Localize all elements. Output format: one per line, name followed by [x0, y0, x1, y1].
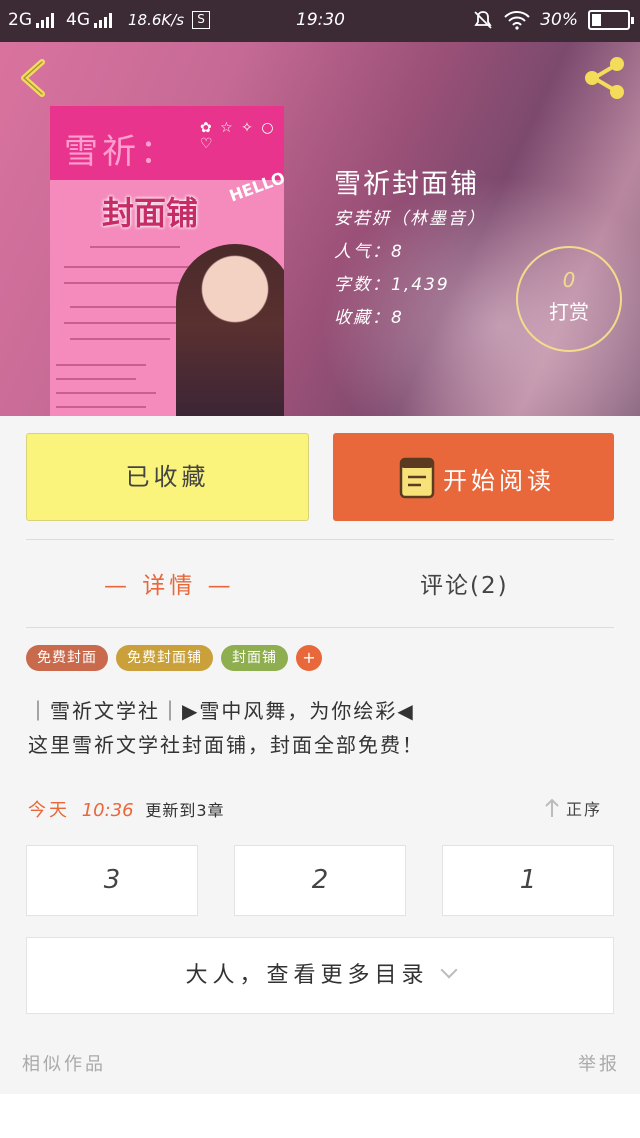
book-header: 雪祈： ✿ ☆ ✧ ○ ♡ 封面铺 HELLO! 雪祈封面铺 安若妍（林墨音） … [0, 42, 640, 416]
tip-button[interactable]: 0 打赏 [516, 246, 622, 352]
more-catalog-label: 大人，查看更多目录 [185, 963, 429, 988]
chevron-down-icon [440, 961, 457, 979]
divider [26, 627, 614, 628]
cover-text-line [64, 282, 184, 284]
divider [26, 539, 614, 540]
book-intro: ｜雪祈文学社｜▶雪中风舞，为你绘彩◀ 这里雪祈文学社封面铺，封面全部免费！ [28, 694, 424, 762]
book-favorites: 收藏：8 [334, 308, 404, 328]
update-day: 今天 [28, 800, 70, 821]
mute-icon [474, 11, 492, 29]
tag-item[interactable]: 免费封面 [26, 645, 108, 671]
cover-text-line [70, 306, 180, 308]
cover-text-line [56, 406, 146, 408]
cover-text-line [90, 246, 180, 248]
cover-text-line [56, 378, 136, 380]
start-reading-button[interactable]: 开始阅读 [333, 433, 614, 521]
favorited-button[interactable]: 已收藏 [26, 433, 309, 521]
clock: 19:30 [296, 10, 345, 30]
battery-percent: 30% [540, 10, 578, 30]
signal-icon [94, 12, 112, 28]
update-info: 今天 10:36 更新到3章 [28, 796, 225, 822]
tag-item[interactable]: 封面铺 [221, 645, 288, 671]
cover-subtitle: 封面铺 [102, 194, 199, 232]
cover-decoration: ✿ ☆ ✧ ○ ♡ [200, 120, 276, 152]
chapter-button[interactable]: 3 [26, 845, 198, 916]
book-word-count: 字数：1,439 [334, 275, 450, 295]
tip-count: 0 [562, 268, 576, 292]
intro-line: ｜雪祈文学社｜▶雪中风舞，为你绘彩◀ [28, 699, 415, 723]
intro-line: 这里雪祈文学社封面铺，封面全部免费！ [28, 733, 424, 757]
add-tag-button[interactable]: + [296, 645, 322, 671]
cover-text-line [56, 392, 156, 394]
back-button[interactable] [14, 56, 54, 100]
cover-text-line [56, 364, 146, 366]
wifi-icon [504, 11, 530, 30]
network-4g-label: 4G [66, 10, 90, 30]
cover-text-line [64, 322, 180, 324]
cover-title: 雪祈： [64, 132, 178, 172]
chapter-button[interactable]: 1 [442, 845, 614, 916]
tag-list: 免费封面 免费封面铺 封面铺 + [26, 645, 322, 671]
similar-works-list [0, 1094, 640, 1138]
cover-text-line [70, 338, 170, 340]
cover-portrait [176, 244, 284, 416]
update-text: 更新到3章 [145, 801, 225, 820]
report-button[interactable]: 举报 [578, 1050, 620, 1076]
signal-icon [36, 12, 54, 28]
tab-comments[interactable]: 评论(2) [420, 566, 509, 600]
share-button[interactable] [580, 54, 628, 102]
cover-text-line [64, 266, 194, 268]
tip-label: 打赏 [549, 300, 589, 324]
tab-detail[interactable]: — 详情 — [104, 566, 235, 600]
tag-item[interactable]: 免费封面铺 [116, 645, 213, 671]
status-bar: 2G 4G 18.6K/s S 19:30 30% [0, 0, 640, 42]
book-popularity: 人气：8 [334, 242, 404, 262]
network-2g-label: 2G [8, 10, 32, 30]
arrow-up-icon [545, 798, 559, 817]
book-cover[interactable]: 雪祈： ✿ ☆ ✧ ○ ♡ 封面铺 HELLO! [50, 106, 284, 416]
start-reading-label: 开始阅读 [443, 467, 555, 495]
book-icon [399, 457, 435, 499]
chapter-button[interactable]: 2 [234, 845, 406, 916]
book-author[interactable]: 安若妍（林墨音） [334, 204, 486, 229]
book-title: 雪祈封面铺 [334, 169, 479, 200]
sort-order-button[interactable]: 正序 [544, 796, 602, 820]
more-catalog-button[interactable]: 大人，查看更多目录 [26, 937, 614, 1014]
similar-works-heading: 相似作品 [22, 1054, 106, 1075]
battery-icon [588, 10, 634, 30]
s-icon: S [192, 11, 211, 29]
update-time: 10:36 [81, 800, 134, 821]
network-speed: 18.6K/s [128, 11, 185, 29]
sort-order-label: 正序 [566, 800, 603, 819]
